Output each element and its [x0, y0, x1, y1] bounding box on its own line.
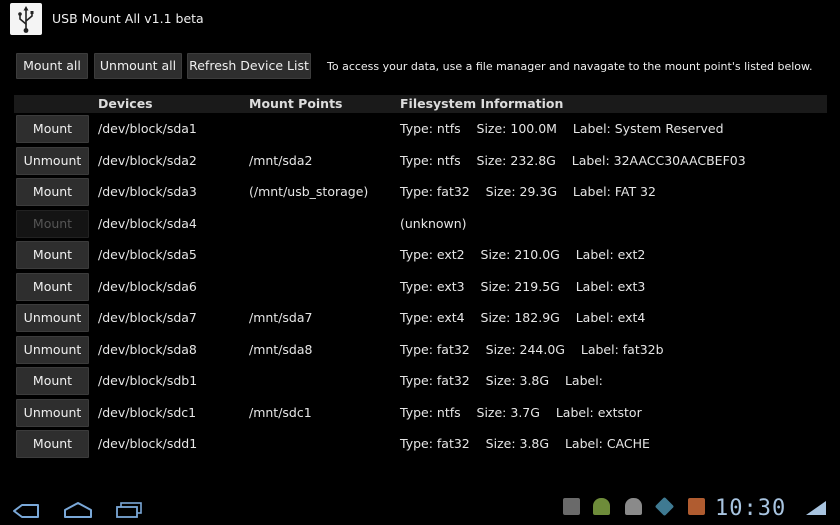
usb-icon — [10, 3, 42, 35]
mount-button[interactable]: Mount — [16, 430, 89, 458]
table-row: Mount/dev/block/sda6 Type: ext3 Size: 219… — [14, 271, 827, 303]
mount-button[interactable]: Mount — [16, 115, 89, 143]
title-bar: USB Mount All v1.1 beta — [0, 0, 840, 38]
device-path: /dev/block/sdb1 — [98, 373, 198, 388]
home-icon[interactable] — [63, 501, 93, 523]
clock[interactable]: 10:30 — [715, 496, 786, 521]
device-path: /dev/block/sda1 — [98, 121, 197, 136]
header-devices: Devices — [98, 96, 153, 111]
calendar-notification-icon[interactable] — [688, 498, 705, 515]
table-body: Mount/dev/block/sda1 Type: ntfs Size: 100… — [14, 113, 827, 460]
filesystem-info: Type: ext3 Size: 219.5G Label: ext3 — [400, 278, 646, 294]
filesystem-info: Type: ntfs Size: 100.0M Label: System Re… — [400, 121, 724, 136]
device-table: Devices Mount Points Filesystem Informat… — [14, 95, 827, 460]
table-row: Unmount/dev/block/sda7/mnt/sda7 Type: ext… — [14, 302, 827, 334]
table-row: Mount/dev/block/sdb1 Type: fat32 Size: 3.… — [14, 365, 827, 397]
filesystem-info: Type: ntfs Size: 232.8G Label: 32AACC30A… — [400, 152, 746, 168]
filesystem-info: Type: ext2 Size: 210.0G Label: ext2 — [400, 247, 646, 262]
header-mount-points: Mount Points — [249, 96, 343, 111]
mount-point: /mnt/sda8 — [249, 341, 313, 357]
table-row: Mount/dev/block/sda4 (unknown) — [14, 208, 827, 240]
table-row: Unmount/dev/block/sda2/mnt/sda2 Type: ntf… — [14, 145, 827, 177]
back-icon[interactable] — [12, 503, 40, 523]
device-path: /dev/block/sda7 — [98, 310, 197, 325]
device-path: /dev/block/sda6 — [98, 278, 197, 294]
table-row: Unmount/dev/block/sdc1/mnt/sdc1 Type: ntf… — [14, 397, 827, 429]
unmount-button[interactable]: Unmount — [16, 146, 89, 175]
android-notification-icon[interactable] — [593, 498, 610, 515]
usb-debug-icon[interactable] — [625, 498, 642, 515]
filesystem-info: Type: ntfs Size: 3.7G Label: extstor — [400, 404, 642, 420]
mount-point: /mnt/sda7 — [249, 310, 313, 325]
toolbar: Mount all Unmount all Refresh Device Lis… — [16, 53, 836, 79]
app-title: USB Mount All v1.1 beta — [52, 11, 204, 26]
table-row: Mount/dev/block/sdd1 Type: fat32 Size: 3.… — [14, 428, 827, 460]
mount-point: (/mnt/usb_storage) — [249, 184, 369, 199]
mount-button[interactable]: Mount — [16, 241, 89, 269]
unmount-button[interactable]: Unmount — [16, 335, 89, 364]
device-path: /dev/block/sda8 — [98, 341, 197, 357]
gallery-notification-icon[interactable] — [563, 498, 580, 515]
filesystem-info: Type: fat32 Size: 3.8G Label: — [400, 373, 603, 388]
mount-button: Mount — [16, 209, 89, 238]
unmount-all-button[interactable]: Unmount all — [94, 53, 182, 79]
mount-point: /mnt/sdc1 — [249, 404, 312, 420]
unmount-button[interactable]: Unmount — [16, 398, 89, 427]
table-row: Mount/dev/block/sda5 Type: ext2 Size: 210… — [14, 239, 827, 271]
instructions-text: To access your data, use a file manager … — [327, 60, 813, 73]
device-path: /dev/block/sda3 — [98, 184, 197, 199]
device-path: /dev/block/sda2 — [98, 152, 197, 168]
mount-all-button[interactable]: Mount all — [16, 53, 88, 79]
device-path: /dev/block/sda4 — [98, 215, 197, 231]
table-header: Devices Mount Points Filesystem Informat… — [14, 95, 827, 113]
mount-point: /mnt/sda2 — [249, 152, 313, 168]
filesystem-info: Type: fat32 Size: 29.3G Label: FAT 32 — [400, 184, 656, 199]
wifi-signal-icon — [805, 500, 827, 520]
filesystem-info: Type: fat32 Size: 3.8G Label: CACHE — [400, 436, 650, 451]
device-path: /dev/block/sdc1 — [98, 404, 197, 420]
mount-button[interactable]: Mount — [16, 178, 89, 206]
refresh-device-list-button[interactable]: Refresh Device List — [187, 53, 311, 79]
system-navigation-bar — [0, 490, 840, 525]
table-row: Mount/dev/block/sda3 (/mnt/usb_storage) Ty… — [14, 176, 827, 208]
device-path: /dev/block/sda5 — [98, 247, 197, 262]
device-path: /dev/block/sdd1 — [98, 436, 198, 451]
filesystem-info: Type: fat32 Size: 244.0G Label: fat32b — [400, 341, 664, 357]
mount-button[interactable]: Mount — [16, 272, 89, 301]
filesystem-info: Type: ext4 Size: 182.9G Label: ext4 — [400, 310, 646, 325]
mount-button[interactable]: Mount — [16, 367, 89, 395]
header-filesystem: Filesystem Information — [400, 96, 564, 111]
filesystem-info: (unknown) — [400, 215, 467, 231]
recent-apps-icon[interactable] — [115, 501, 143, 523]
table-row: Mount/dev/block/sda1 Type: ntfs Size: 100… — [14, 113, 827, 145]
table-row: Unmount/dev/block/sda8/mnt/sda8 Type: fat… — [14, 334, 827, 366]
unmount-button[interactable]: Unmount — [16, 304, 89, 332]
